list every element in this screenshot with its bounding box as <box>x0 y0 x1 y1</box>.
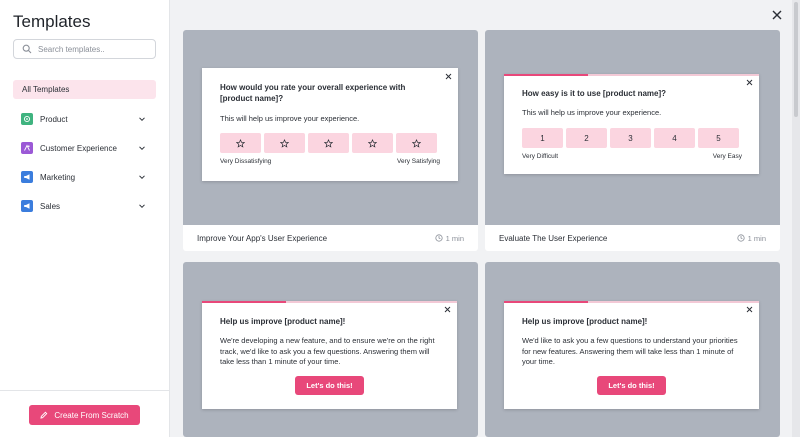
close-icon <box>444 306 451 313</box>
progress-bar <box>202 301 457 303</box>
nav-item-label: Product <box>40 114 68 124</box>
search-input[interactable] <box>38 44 148 54</box>
star-option <box>220 133 261 153</box>
scrollbar[interactable] <box>792 0 800 437</box>
scale-option: 1 <box>522 128 563 148</box>
pencil-icon <box>40 411 48 419</box>
number-scale: 1 2 3 4 5 <box>522 128 739 148</box>
progress-bar <box>504 301 759 303</box>
scale-option: 2 <box>566 128 607 148</box>
star-icon <box>280 138 289 148</box>
nav-item-label: Customer Experience <box>40 143 117 153</box>
survey-modal-preview: Help us improve [product name]! We'd lik… <box>504 301 759 409</box>
card-footer: Evaluate The User Experience 1 min <box>485 225 780 251</box>
survey-subtitle: This will help us improve your experienc… <box>522 108 662 117</box>
scale-option: 3 <box>610 128 651 148</box>
clock-icon <box>435 234 443 242</box>
nav-item-marketing[interactable]: Marketing <box>13 168 156 186</box>
template-card[interactable]: Help us improve [product name]! We're de… <box>183 262 478 437</box>
scale-labels: Very Difficult Very Easy <box>522 153 742 160</box>
close-icon <box>445 73 452 80</box>
product-icon <box>21 113 33 125</box>
template-preview: How would you rate your overall experien… <box>183 30 478 225</box>
progress-fill <box>202 301 287 303</box>
nav-item-sales[interactable]: Sales <box>13 197 156 215</box>
scale-high-label: Very Satisfying <box>397 158 440 165</box>
chevron-down-icon[interactable] <box>138 144 146 152</box>
survey-question: How easy is it to use [product name]? <box>522 89 667 98</box>
survey-modal-preview: How would you rate your overall experien… <box>202 68 458 181</box>
template-card[interactable]: Help us improve [product name]! We'd lik… <box>485 262 780 437</box>
card-title: Evaluate The User Experience <box>499 233 608 243</box>
duration-text: 1 min <box>445 233 464 243</box>
duration-badge: 1 min <box>435 234 464 243</box>
survey-question: How would you rate your overall experien… <box>220 83 406 103</box>
survey-question: Help us improve [product name]! <box>220 317 346 326</box>
scale-high-label: Very Easy <box>712 153 742 160</box>
sidebar: Templates All Templates Product Customer… <box>0 0 170 437</box>
customer-experience-icon <box>21 142 33 154</box>
progress-bar <box>504 74 759 76</box>
survey-modal-preview: Help us improve [product name]! We're de… <box>202 301 457 409</box>
star-icon <box>412 138 421 148</box>
scale-option: 5 <box>698 128 739 148</box>
template-preview: Help us improve [product name]! We'd lik… <box>485 262 780 437</box>
survey-question: Help us improve [product name]! <box>522 317 648 326</box>
cta-button: Let's do this! <box>295 376 364 395</box>
chevron-down-icon[interactable] <box>138 173 146 181</box>
cta-button: Let's do this! <box>597 376 666 395</box>
search-box[interactable] <box>13 39 156 59</box>
progress-fill <box>504 74 589 76</box>
star-icon <box>236 138 245 148</box>
duration-badge: 1 min <box>737 234 766 243</box>
nav-item-label: Marketing <box>40 172 76 182</box>
search-icon <box>22 44 32 54</box>
sales-icon <box>21 200 33 212</box>
survey-body: We'd like to ask you a few questions to … <box>522 336 738 366</box>
scale-option: 4 <box>654 128 695 148</box>
create-button-label: Create From Scratch <box>54 410 129 420</box>
star-rating-scale <box>220 133 437 153</box>
close-icon <box>746 306 753 313</box>
nav-item-customer-experience[interactable]: Customer Experience <box>13 139 156 157</box>
star-option <box>396 133 437 153</box>
close-icon <box>746 79 753 86</box>
duration-text: 1 min <box>747 233 766 243</box>
close-icon[interactable] <box>771 9 783 21</box>
star-option <box>264 133 305 153</box>
megaphone-icon <box>21 171 33 183</box>
survey-modal-preview: How easy is it to use [product name]? Th… <box>504 74 759 174</box>
sidebar-footer: Create From Scratch <box>0 390 170 437</box>
page-title: Templates <box>13 12 91 31</box>
scrollbar-thumb[interactable] <box>794 2 798 117</box>
star-option <box>308 133 349 153</box>
chevron-down-icon[interactable] <box>138 115 146 123</box>
template-card[interactable]: How easy is it to use [product name]? Th… <box>485 30 780 251</box>
nav-item-label: Sales <box>40 201 61 211</box>
chevron-down-icon[interactable] <box>138 202 146 210</box>
scale-labels: Very Dissatisfying Very Satisfying <box>220 158 440 165</box>
survey-subtitle: This will help us improve your experienc… <box>220 114 360 123</box>
clock-icon <box>737 234 745 242</box>
template-card[interactable]: How would you rate your overall experien… <box>183 30 478 251</box>
create-from-scratch-button[interactable]: Create From Scratch <box>29 405 140 425</box>
template-preview: Help us improve [product name]! We're de… <box>183 262 478 437</box>
star-option <box>352 133 393 153</box>
template-preview: How easy is it to use [product name]? Th… <box>485 30 780 225</box>
card-footer: Improve Your App's User Experience 1 min <box>183 225 478 251</box>
card-title: Improve Your App's User Experience <box>197 233 328 243</box>
scale-low-label: Very Dissatisfying <box>220 158 272 165</box>
nav-item-product[interactable]: Product <box>13 110 156 128</box>
star-icon <box>368 138 377 148</box>
scale-low-label: Very Difficult <box>522 153 559 160</box>
survey-body: We're developing a new feature, and to e… <box>220 336 435 366</box>
nav-all-templates[interactable]: All Templates <box>13 80 156 99</box>
progress-fill <box>504 301 589 303</box>
star-icon <box>324 138 333 148</box>
